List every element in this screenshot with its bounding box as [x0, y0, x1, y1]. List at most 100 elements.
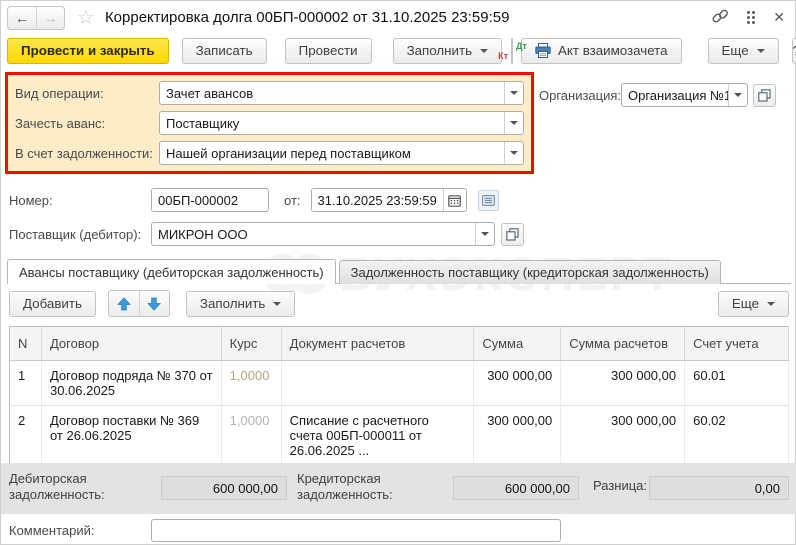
calendar-icon [448, 194, 461, 207]
comment-input[interactable] [151, 519, 561, 542]
cell-amount[interactable]: 300 000,00 [473, 405, 562, 466]
fill-button[interactable]: Заполнить [392, 37, 503, 64]
more-button-label: Еще [721, 43, 749, 58]
organization-label: Организация: [539, 87, 622, 103]
chevron-down-icon [481, 232, 489, 236]
forward-arrow-icon: → [43, 9, 58, 26]
chevron-down-icon [480, 48, 489, 53]
calendar-button[interactable] [442, 189, 466, 211]
comment-row: Комментарий: [9, 519, 561, 542]
col-document[interactable]: Документ расчетов [281, 326, 475, 361]
related-documents-button[interactable] [477, 189, 499, 211]
cell-amount-settle[interactable]: 300 000,00 [560, 360, 686, 406]
favorite-star-icon[interactable]: ☆ [77, 8, 95, 28]
forward-button[interactable]: → [36, 6, 64, 29]
chevron-down-icon [273, 301, 282, 306]
move-row-up-button[interactable] [109, 291, 139, 316]
more-menu-icon[interactable] [747, 11, 756, 24]
date-input[interactable]: 31.10.2025 23:59:59 [310, 188, 467, 212]
tab-strip: Авансы поставщику (дебиторская задолженн… [7, 257, 791, 284]
offset-act-button[interactable]: Акт взаимозачета [521, 37, 682, 64]
organization-dropdown[interactable] [728, 84, 747, 106]
difference-total: 0,00 [649, 476, 789, 500]
payable-label: Кредиторская задолженность: [297, 471, 393, 503]
cell-n[interactable]: 1 [9, 360, 42, 406]
grid-toolbar: Добавить Заполнить Еще [9, 290, 789, 317]
number-label: Номер: [9, 192, 53, 208]
advance-offset-dropdown[interactable] [504, 112, 523, 134]
number-input[interactable]: 00БП-000002 [151, 188, 269, 212]
back-button[interactable]: ← [8, 7, 36, 29]
add-row-button[interactable]: Добавить [9, 290, 96, 317]
payable-total: 600 000,00 [453, 476, 579, 500]
cell-amount[interactable]: 300 000,00 [473, 360, 562, 406]
link-icon[interactable] [712, 8, 729, 28]
open-form-icon [758, 88, 771, 102]
supplier-select[interactable]: МИКРОН ООО [151, 222, 495, 246]
post-button[interactable]: Провести [284, 37, 372, 64]
close-icon[interactable]: ✕ [773, 9, 785, 26]
table-row[interactable]: 2 Договор поставки № 369 от 26.06.2025 1… [9, 405, 789, 466]
back-arrow-icon: ← [15, 9, 29, 26]
debt-direction-dropdown[interactable] [504, 142, 523, 164]
chevron-down-icon [767, 301, 775, 306]
operation-fields-highlight: Вид операции: Зачет авансов Зачесть аван… [5, 72, 534, 174]
comment-label: Комментарий: [9, 523, 95, 538]
page-title: Корректировка долга 00БП-000002 от 31.10… [104, 9, 510, 26]
debt-direction-label: В счет задолженности: [15, 145, 153, 161]
tab-supplier-advances[interactable]: Авансы поставщику (дебиторская задолженн… [7, 259, 336, 284]
operation-kind-label: Вид операции: [15, 85, 104, 101]
organization-select[interactable]: Организация №1 (ОО [621, 83, 748, 107]
printer-icon [535, 43, 551, 58]
col-amount[interactable]: Сумма [473, 326, 562, 361]
post-and-close-button[interactable]: Провести и закрыть [7, 37, 169, 64]
list-icon [481, 194, 495, 206]
nav-history-group: ← → [7, 5, 65, 30]
col-contract[interactable]: Договор [41, 326, 222, 361]
help-button[interactable]: ? [791, 37, 796, 64]
col-rate[interactable]: Курс [221, 326, 282, 361]
supplier-open-button[interactable] [501, 222, 524, 246]
chevron-down-icon [510, 121, 518, 125]
number-value: 00БП-000002 [158, 192, 239, 208]
cell-account[interactable]: 60.02 [684, 405, 789, 466]
advance-offset-select[interactable]: Поставщику [159, 111, 524, 135]
dt-label: Дт [516, 40, 527, 51]
dt-kt-postings-button[interactable]: Дт Кт [498, 37, 527, 64]
cell-document[interactable] [281, 360, 475, 406]
cell-contract[interactable]: Договор поставки № 369 от 26.06.2025 [41, 405, 222, 466]
debt-direction-select[interactable]: Нашей организации перед поставщиком [159, 141, 524, 165]
date-value: 31.10.2025 23:59:59 [317, 192, 437, 208]
cell-account[interactable]: 60.01 [684, 360, 789, 406]
organization-open-button[interactable] [753, 83, 776, 107]
col-n[interactable]: N [9, 326, 42, 361]
arrow-up-icon [116, 296, 131, 310]
supplier-dropdown[interactable] [475, 223, 494, 245]
fill-button-label: Заполнить [406, 43, 473, 58]
cell-contract[interactable]: Договор подряда № 370 от 30.06.2025 [41, 360, 222, 406]
col-account[interactable]: Счет учета [684, 326, 789, 361]
col-amount-settle[interactable]: Сумма расчетов [560, 326, 686, 361]
cell-rate[interactable]: 1,0000 [221, 405, 282, 466]
organization-value: Организация №1 (ОО [628, 87, 728, 103]
table-row[interactable]: 1 Договор подряда № 370 от 30.06.2025 1,… [9, 360, 789, 406]
cell-document[interactable]: Списание с расчетного счета 00БП-000011 … [281, 405, 475, 466]
cell-amount-settle[interactable]: 300 000,00 [560, 405, 686, 466]
grid-more-label: Еще [731, 296, 759, 311]
grid-more-button[interactable]: Еще [717, 290, 789, 317]
date-from-label: от: [284, 192, 301, 208]
move-row-down-button[interactable] [138, 291, 169, 316]
operation-kind-select[interactable]: Зачет авансов [159, 81, 524, 105]
debt-direction-value: Нашей организации перед поставщиком [166, 145, 411, 161]
more-button[interactable]: Еще [707, 37, 779, 64]
grid-fill-label: Заполнить [199, 296, 266, 311]
operation-kind-dropdown[interactable] [504, 82, 523, 104]
cell-rate[interactable]: 1,0000 [221, 360, 282, 406]
table-header-row: N Договор Курс Документ расчетов Сумма С… [9, 326, 789, 361]
tab-supplier-debt[interactable]: Задолженность поставщику (кредиторская з… [338, 260, 721, 284]
write-button[interactable]: Записать [181, 37, 267, 64]
advance-offset-value: Поставщику [166, 115, 240, 131]
cell-n[interactable]: 2 [9, 405, 42, 466]
supplier-label: Поставщик (дебитор): [9, 226, 142, 242]
grid-fill-button[interactable]: Заполнить [185, 290, 296, 317]
